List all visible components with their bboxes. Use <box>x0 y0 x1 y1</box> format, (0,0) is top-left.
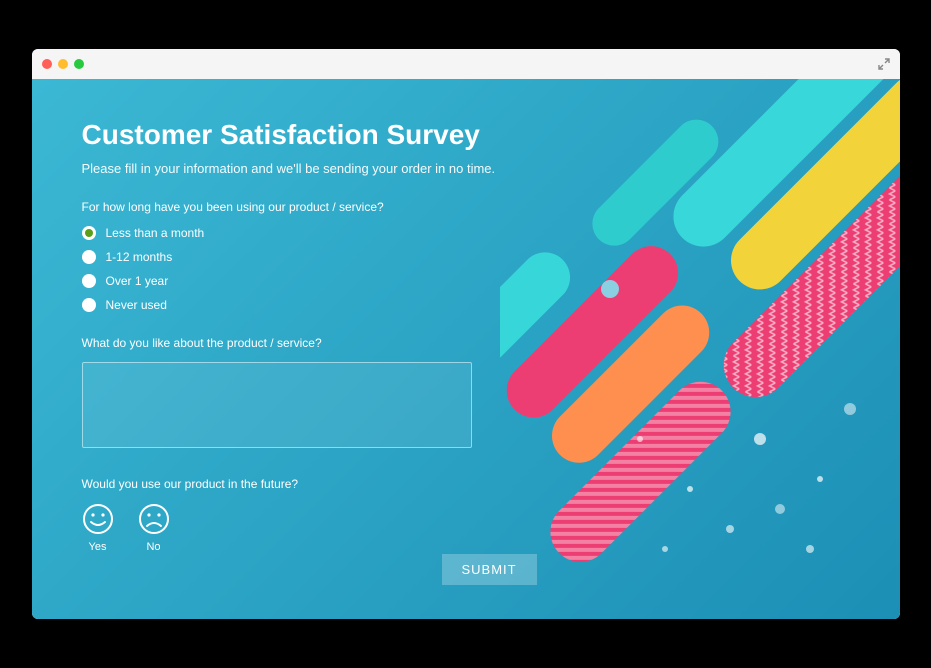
radio-option-less-than-month[interactable]: Less than a month <box>82 226 850 240</box>
maximize-window-button[interactable] <box>74 59 84 69</box>
smiley-label: No <box>146 541 160 553</box>
q3-options: Yes No <box>82 503 850 553</box>
close-window-button[interactable] <box>42 59 52 69</box>
page-subtitle: Please fill in your information and we'l… <box>82 161 850 176</box>
minimize-window-button[interactable] <box>58 59 68 69</box>
q1-radio-group: Less than a month 1-12 months Over 1 yea… <box>82 226 850 312</box>
radio-icon <box>82 298 96 312</box>
feedback-textarea[interactable] <box>82 362 472 448</box>
radio-label: Never used <box>106 298 167 312</box>
titlebar <box>32 49 900 79</box>
radio-option-1-12-months[interactable]: 1-12 months <box>82 250 850 264</box>
window-controls <box>42 59 84 69</box>
radio-icon <box>82 250 96 264</box>
expand-icon[interactable] <box>878 57 890 75</box>
content-area: Customer Satisfaction Survey Please fill… <box>32 79 900 619</box>
frown-icon <box>138 503 170 535</box>
radio-label: Less than a month <box>106 226 205 240</box>
radio-option-never-used[interactable]: Never used <box>82 298 850 312</box>
smiley-yes[interactable]: Yes <box>82 503 114 553</box>
radio-label: Over 1 year <box>106 274 169 288</box>
smile-icon <box>82 503 114 535</box>
q3-prompt: Would you use our product in the future? <box>82 477 850 491</box>
smiley-label: Yes <box>89 541 107 553</box>
radio-label: 1-12 months <box>106 250 173 264</box>
app-window: Customer Satisfaction Survey Please fill… <box>32 49 900 619</box>
radio-icon <box>82 226 96 240</box>
radio-icon <box>82 274 96 288</box>
page-title: Customer Satisfaction Survey <box>82 119 850 151</box>
smiley-no[interactable]: No <box>138 503 170 553</box>
q2-prompt: What do you like about the product / ser… <box>82 336 850 350</box>
radio-option-over-1-year[interactable]: Over 1 year <box>82 274 850 288</box>
survey-form: Customer Satisfaction Survey Please fill… <box>32 79 900 613</box>
q1-prompt: For how long have you been using our pro… <box>82 200 850 214</box>
